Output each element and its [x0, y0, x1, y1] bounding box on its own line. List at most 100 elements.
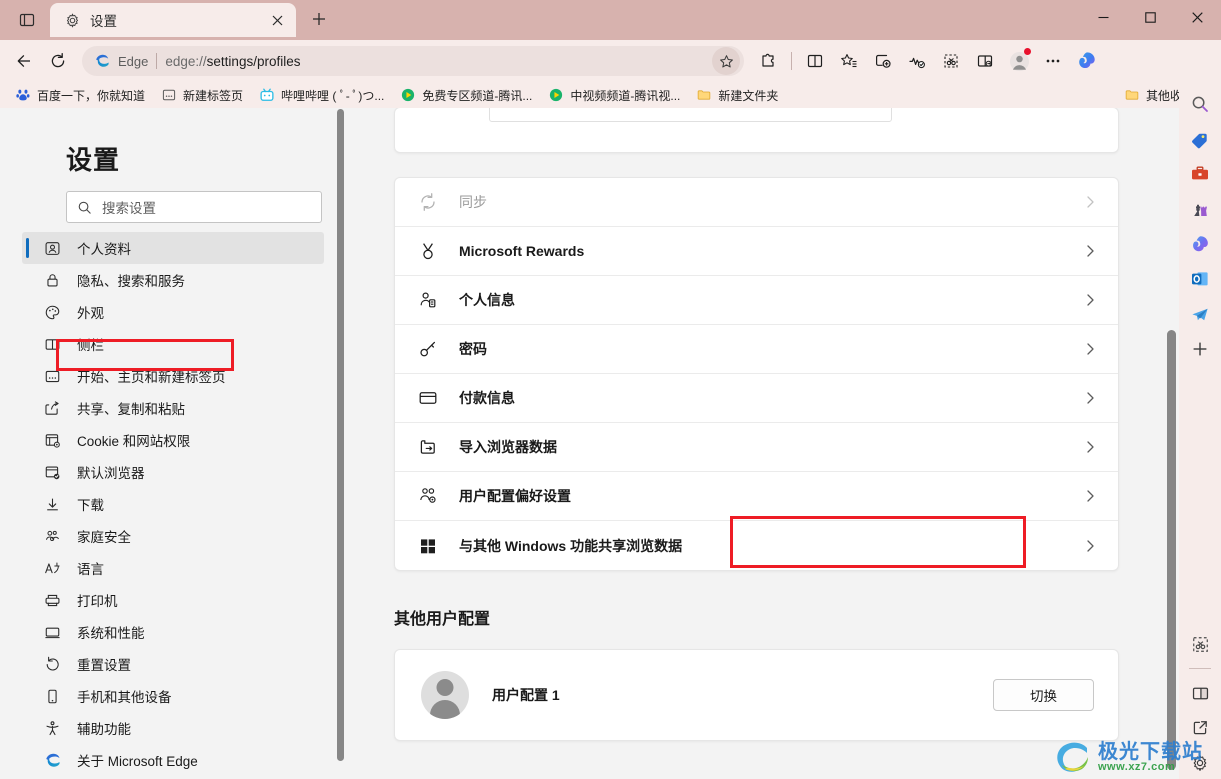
row-rewards[interactable]: Microsoft Rewards — [395, 227, 1118, 276]
sidebar-item-sidebar[interactable]: 侧栏 — [22, 328, 324, 360]
bookmark-label: 新建标签页 — [183, 88, 244, 103]
bookmark-item[interactable]: 中视频频道-腾讯视... — [541, 84, 687, 106]
sidebar-item-system[interactable]: 系统和性能 — [22, 616, 324, 648]
family-icon — [43, 527, 61, 545]
close-button[interactable] — [1174, 0, 1221, 34]
sidebar-item-family[interactable]: 家庭安全 — [22, 520, 324, 552]
import-data-icon — [417, 436, 439, 458]
sidebar-scrollbar[interactable] — [336, 108, 345, 779]
collections-icon[interactable] — [867, 45, 899, 77]
search-input[interactable]: 搜索设置 — [66, 191, 322, 223]
split-screen-icon[interactable] — [799, 45, 831, 77]
sidebar-item-cookies[interactable]: Cookie 和网站权限 — [22, 424, 324, 456]
profile-avatar-icon[interactable] — [1003, 45, 1035, 77]
refresh-icon[interactable] — [42, 45, 74, 77]
sidebar-item-label: 系统和性能 — [77, 626, 145, 641]
bookmark-item[interactable]: 免费专区频道-腾讯... — [393, 84, 539, 106]
sidebar-scrollbar-thumb[interactable] — [337, 109, 344, 761]
outlook-icon[interactable] — [1184, 263, 1216, 295]
chevron-right-icon — [1082, 194, 1098, 210]
row-share-windows-features[interactable]: 与其他 Windows 功能共享浏览数据 — [395, 521, 1118, 570]
sidebar-item-label: 语言 — [77, 562, 104, 577]
content-scrollbar-thumb[interactable] — [1167, 330, 1176, 770]
other-profile-card: 用户配置 1 切换 — [394, 649, 1119, 741]
key-icon — [417, 338, 439, 360]
more-options-icon[interactable] — [1037, 45, 1069, 77]
tencent-video-favicon — [548, 87, 564, 103]
favorite-star-icon[interactable] — [712, 47, 740, 75]
close-icon[interactable] — [266, 9, 288, 31]
edge-logo-icon — [94, 53, 110, 69]
avatar-head — [436, 679, 454, 696]
switch-profile-button[interactable]: 切换 — [993, 679, 1094, 711]
split-window-icon[interactable] — [969, 45, 1001, 77]
tab-settings[interactable]: 设置 — [50, 3, 296, 37]
chevron-right-icon — [1082, 292, 1098, 308]
screenshot-icon[interactable] — [935, 45, 967, 77]
sidebar-item-privacy[interactable]: 隐私、搜索和服务 — [22, 264, 324, 296]
maximize-button[interactable] — [1127, 0, 1174, 34]
personal-info-icon — [417, 289, 439, 311]
edge-sidebar — [1179, 82, 1221, 779]
sidebar-item-label: 共享、复制和粘贴 — [77, 402, 185, 417]
share-icon — [43, 399, 61, 417]
section-title-other-profiles: 其他用户配置 — [394, 611, 491, 628]
screenshot-icon[interactable] — [1184, 628, 1216, 660]
sidebar-item-label: 个人资料 — [77, 242, 131, 257]
user-prefs-icon — [417, 485, 439, 507]
browser-essentials-icon[interactable] — [901, 45, 933, 77]
sidebar-item-share[interactable]: 共享、复制和粘贴 — [22, 392, 324, 424]
row-sync[interactable]: 同步 — [395, 178, 1118, 227]
minimize-button[interactable] — [1080, 0, 1127, 34]
open-external-icon[interactable] — [1184, 712, 1216, 744]
split-screen-icon[interactable] — [1184, 677, 1216, 709]
sidebar-item-about[interactable]: 关于 Microsoft Edge — [22, 744, 324, 776]
row-passwords[interactable]: 密码 — [395, 325, 1118, 374]
settings-gear-icon[interactable] — [1184, 747, 1216, 779]
add-sidebar-icon[interactable] — [1184, 333, 1216, 365]
bookmark-folder[interactable]: 新建文件夹 — [689, 84, 785, 106]
sidebar-item-label: 关于 Microsoft Edge — [77, 754, 198, 769]
new-tab-button[interactable] — [304, 4, 334, 34]
copilot-icon[interactable] — [1184, 228, 1216, 260]
sidebar-item-reset[interactable]: 重置设置 — [22, 648, 324, 680]
bookmark-item[interactable]: 百度一下，你就知道 — [8, 84, 152, 106]
search-icon[interactable] — [1184, 88, 1216, 120]
tools-briefcase-icon[interactable] — [1184, 158, 1216, 190]
row-import-browser-data[interactable]: 导入浏览器数据 — [395, 423, 1118, 472]
sidebar-item-profiles[interactable]: 个人资料 — [22, 232, 324, 264]
row-payment-info[interactable]: 付款信息 — [395, 374, 1118, 423]
bookmark-label: 新建文件夹 — [718, 88, 779, 103]
sidebar-item-startup[interactable]: 开始、主页和新建标签页 — [22, 360, 324, 392]
tab-search-icon[interactable] — [10, 3, 44, 37]
sidebar-item-printers[interactable]: 打印机 — [22, 584, 324, 616]
sidebar-item-appearance[interactable]: 外观 — [22, 296, 324, 328]
sidebar-item-phone[interactable]: 手机和其他设备 — [22, 680, 324, 712]
sidebar-item-default-browser[interactable]: 默认浏览器 — [22, 456, 324, 488]
back-arrow-icon[interactable] — [8, 45, 40, 77]
chevron-right-icon — [1082, 488, 1098, 504]
bookmark-item[interactable]: 哔哩哔哩 ( ﾟ- ﾟ)つ... — [252, 84, 391, 106]
row-personal-info[interactable]: 个人信息 — [395, 276, 1118, 325]
content-scrollbar[interactable] — [1166, 108, 1177, 779]
omnibox-url[interactable]: edge://settings/profiles — [165, 54, 704, 69]
profile-settings-list: 同步 Microsoft Rewards 个人信息 密码 付款信息 导入浏览器数… — [394, 177, 1119, 571]
address-bar[interactable]: Edge edge://settings/profiles — [82, 46, 744, 76]
lock-icon — [43, 271, 61, 289]
language-icon — [43, 559, 61, 577]
telegram-plane-icon[interactable] — [1184, 298, 1216, 330]
sidebar-item-downloads[interactable]: 下载 — [22, 488, 324, 520]
download-icon — [43, 495, 61, 513]
games-chess-icon[interactable] — [1184, 193, 1216, 225]
bookmark-label: 哔哩哔哩 ( ﾟ- ﾟ)つ... — [281, 88, 385, 103]
extensions-icon[interactable] — [752, 45, 784, 77]
page-title: 设置 — [66, 145, 121, 175]
favorites-icon[interactable] — [833, 45, 865, 77]
bookmark-item[interactable]: 新建标签页 — [154, 84, 250, 106]
sidebar-item-accessibility[interactable]: 辅助功能 — [22, 712, 324, 744]
copilot-icon[interactable] — [1071, 45, 1103, 77]
row-profile-preferences[interactable]: 用户配置偏好设置 — [395, 472, 1118, 521]
shopping-tag-icon[interactable] — [1184, 123, 1216, 155]
sidebar-item-languages[interactable]: 语言 — [22, 552, 324, 584]
edge-logo-icon — [43, 751, 61, 769]
